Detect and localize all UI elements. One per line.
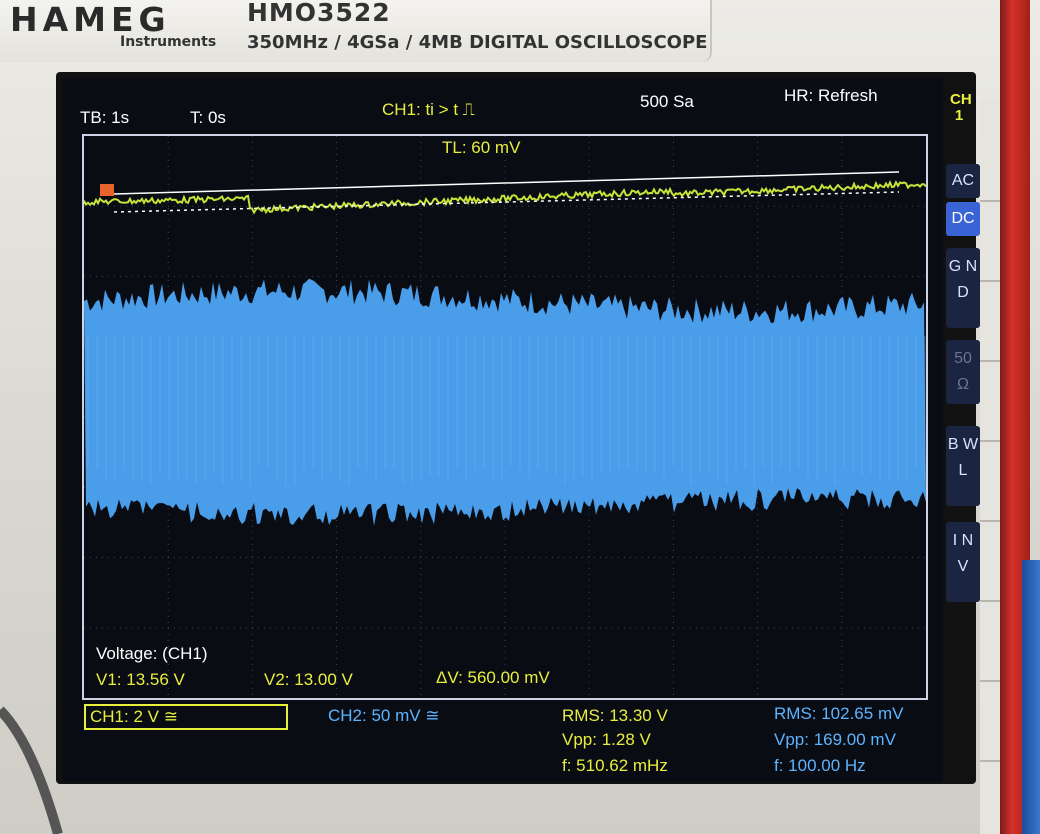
trigger-condition-label[interactable]: CH1: ti > t ⎍ <box>382 100 475 120</box>
invert-button[interactable]: I N V <box>946 522 980 602</box>
ch1-waveform-trace <box>84 180 926 215</box>
blue-probe-cable <box>1022 560 1040 834</box>
cursor-v1-value: V1: 13.56 V <box>96 670 185 689</box>
coupling-gnd-button[interactable]: G N D <box>946 248 980 328</box>
ch1-frequency-value: f: 510.62 mHz <box>562 756 668 775</box>
ch2-scale-label[interactable]: CH2: 50 mV ≅ <box>328 706 440 726</box>
cursor-v2-line <box>113 191 900 213</box>
bandwidth-limit-button[interactable]: B W L <box>946 426 980 506</box>
ch1-scale-label: CH1: 2 V ≅ <box>90 707 178 726</box>
brand-bar: HAMEG Instruments HMO3522 350MHz / 4GSa … <box>0 0 712 62</box>
ch2-waveform-band <box>84 278 926 526</box>
trigger-time-label[interactable]: T: 0s <box>190 108 226 128</box>
termination-50ohm-button[interactable]: 50 Ω <box>946 340 980 404</box>
cursor-v2-value: V2: 13.00 V <box>264 670 353 689</box>
coupling-dc-button[interactable]: DC <box>946 202 980 236</box>
ch1-setting-box[interactable]: CH1: 2 V ≅ <box>84 704 288 730</box>
grey-probe-cable <box>0 706 63 834</box>
measurement-title: Voltage: (CH1) <box>96 644 208 663</box>
ch1-vpp-value: Vpp: 1.28 V <box>562 730 651 749</box>
acquisition-mode-label[interactable]: HR: Refresh <box>784 86 878 106</box>
ch1-trigger-marker <box>100 184 114 196</box>
ch2-rms-value: RMS: 102.65 mV <box>774 704 904 723</box>
ch2-vpp-value: Vpp: 169.00 mV <box>774 730 896 749</box>
brand-sub: Instruments <box>120 34 217 50</box>
cursor-delta-value: ΔV: 560.00 mV <box>436 668 550 687</box>
sample-count-label: 500 Sa <box>640 92 694 111</box>
ch2-frequency-value: f: 100.00 Hz <box>774 756 866 775</box>
model-name: HMO3522 <box>247 0 391 27</box>
oscilloscope-device: HAMEG Instruments HMO3522 350MHz / 4GSa … <box>0 0 1040 834</box>
model-description: 350MHz / 4GSa / 4MB DIGITAL OSCILLOSCOPE <box>247 32 708 53</box>
oscilloscope-screen: TB: 1s T: 0s CH1: ti > t ⎍ 500 Sa HR: Re… <box>62 78 942 782</box>
waveform-canvas <box>84 136 926 698</box>
coupling-ac-button[interactable]: AC <box>946 164 980 198</box>
timebase-label[interactable]: TB: 1s <box>80 108 129 128</box>
ch1-rms-value: RMS: 13.30 V <box>562 706 668 725</box>
waveform-grid <box>82 134 928 700</box>
right-softkey-panel: AC DC G N D 50 Ω B W L I N V <box>946 88 980 608</box>
